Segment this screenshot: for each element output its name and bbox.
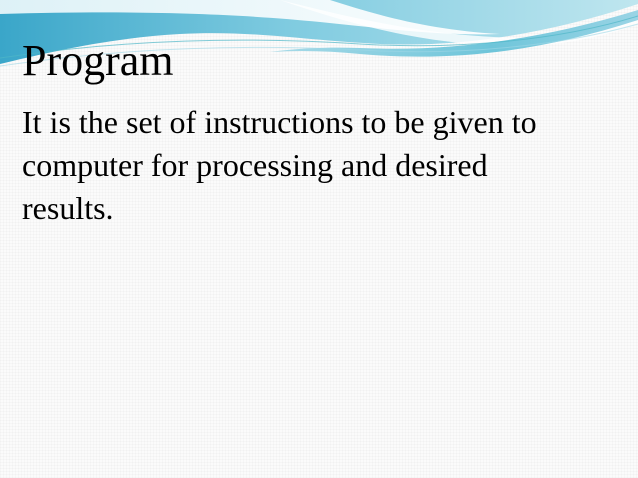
- slide: Program It is the set of instructions to…: [0, 0, 638, 478]
- slide-body-text: It is the set of instructions to be give…: [22, 104, 537, 226]
- slide-title: Program: [22, 36, 174, 85]
